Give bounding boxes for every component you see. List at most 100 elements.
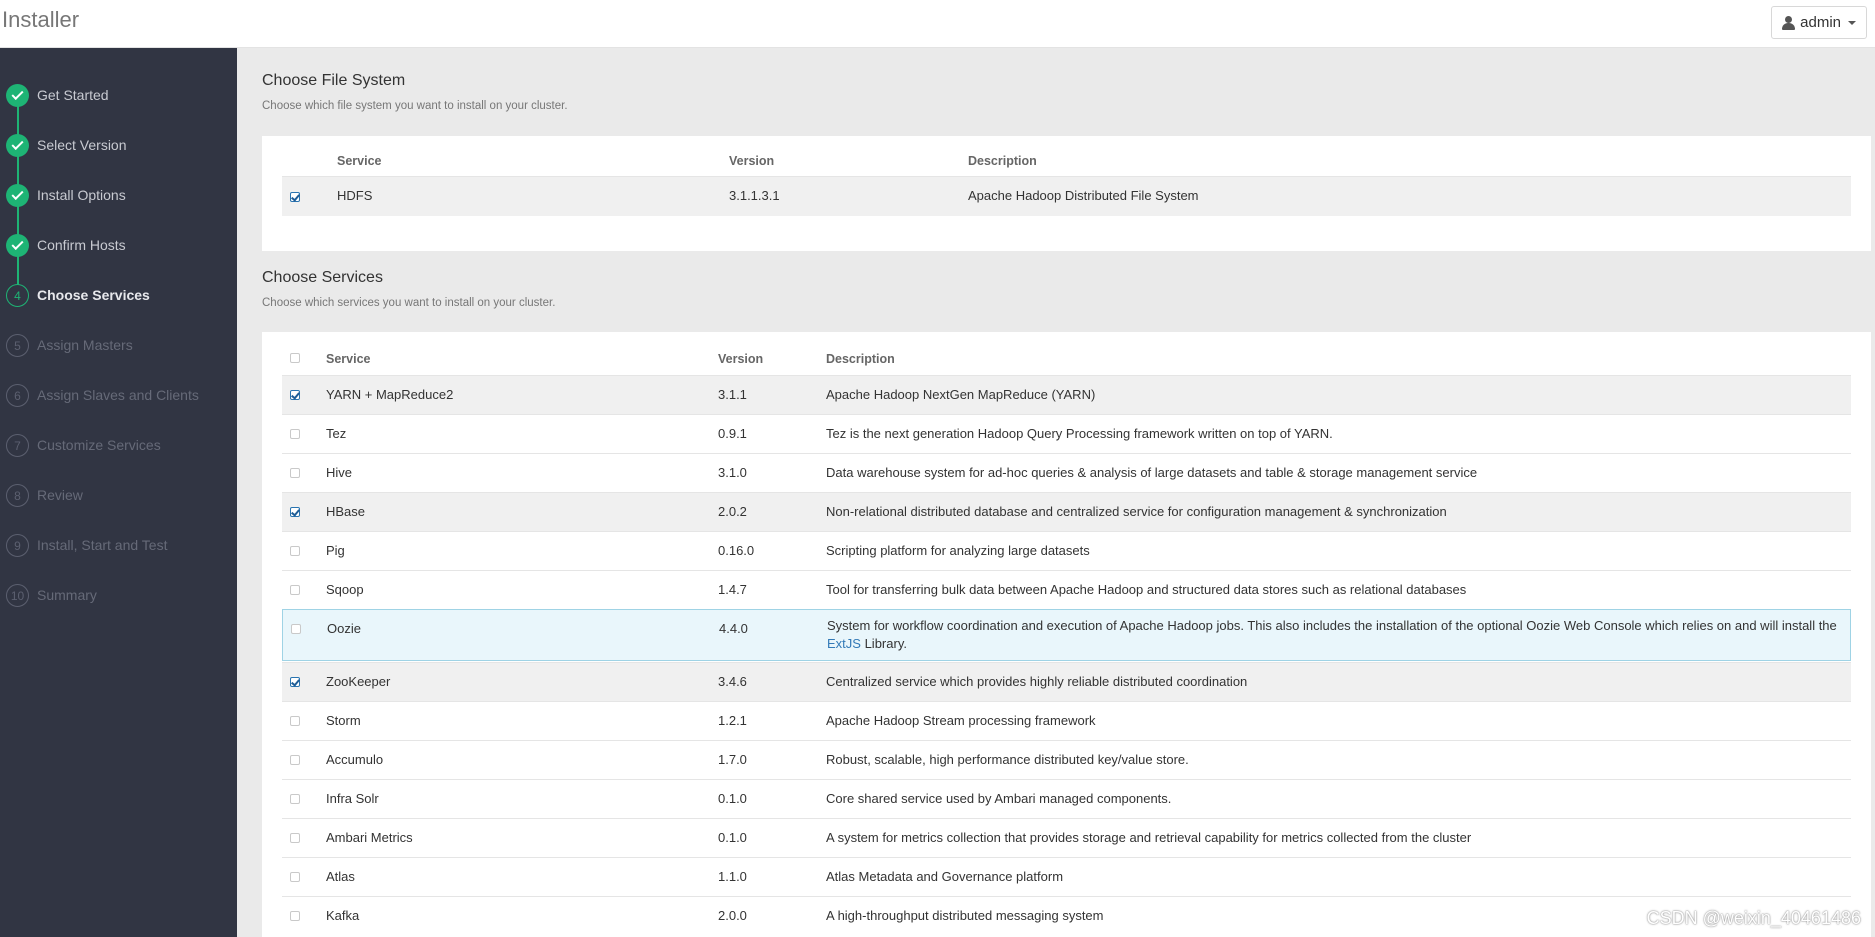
filesystem-table-header: Service Version Description [282,146,1851,176]
step-number: 9 [6,534,29,557]
service-version: 3.1.1.3.1 [729,188,780,203]
wizard-step-install-options[interactable]: Install Options [0,178,237,212]
service-description: Atlas Metadata and Governance platform [826,869,1064,884]
service-name: Sqoop [326,582,364,597]
step-label: Customize Services [37,437,161,453]
service-version: 1.1.0 [718,869,747,884]
service-name: Pig [326,543,345,558]
wizard-step-choose-services[interactable]: 4 Choose Services [0,278,237,312]
service-checkbox[interactable] [290,546,300,556]
column-header-description: Description [826,352,895,366]
description-text: Library. [860,636,907,651]
service-name: Kafka [326,908,360,923]
step-label: Choose Services [37,287,150,303]
service-name: Hive [326,465,353,480]
step-label: Confirm Hosts [37,237,126,253]
main-content: Choose File System Choose which file sys… [237,48,1875,937]
service-description: Tez is the next generation Hadoop Query … [826,426,1333,441]
service-description: A system for metrics collection that pro… [826,830,1472,845]
select-all-checkbox[interactable] [290,353,300,363]
wizard-step-assign-masters: 5 Assign Masters [0,328,237,362]
wizard-step-select-version[interactable]: Select Version [0,128,237,162]
service-row-zookeeper[interactable]: ZooKeeper 3.4.6 Centralized service which … [282,662,1851,701]
service-checkbox[interactable] [290,833,300,843]
hdfs-checkbox[interactable] [290,192,300,202]
wizard-sidebar: Get Started Select Version Install Options… [0,48,237,937]
user-menu-button[interactable]: admin [1771,6,1867,39]
service-row-pig[interactable]: Pig 0.16.0 Scripting platform for analyzin… [282,531,1851,570]
service-description: System for workflow coordination and exe… [827,617,1847,653]
service-description: Apache Hadoop Distributed File System [968,188,1199,203]
service-name: Accumulo [326,752,384,767]
service-checkbox[interactable] [290,677,300,687]
step-label: Select Version [37,137,127,153]
service-description: Apache Hadoop NextGen MapReduce (YARN) [826,387,1096,402]
extjs-link[interactable]: ExtJS [827,636,861,651]
column-header-description: Description [968,154,1037,168]
column-header-service: Service [326,352,371,366]
service-checkbox[interactable] [290,390,300,400]
service-name: Storm [326,713,361,728]
service-description: Core shared service used by Ambari manag… [826,791,1172,806]
service-row-atlas[interactable]: Atlas 1.1.0 Atlas Metadata and Governance … [282,857,1851,896]
step-check-icon [6,234,29,257]
service-checkbox[interactable] [290,872,300,882]
filesystem-subtitle: Choose which file system you want to ins… [262,100,568,112]
service-checkbox[interactable] [290,468,300,478]
filesystem-row-hdfs[interactable]: HDFS 3.1.1.3.1 Apache Hadoop Distributed… [282,176,1851,216]
wizard-step-customize-services: 7 Customize Services [0,428,237,462]
column-header-service: Service [337,154,382,168]
service-description: Tool for transferring bulk data between … [826,582,1467,597]
service-row-accumulo[interactable]: Accumulo 1.7.0 Robust, scalable, high perf… [282,740,1851,779]
watermark: CSDN @weixin_40461486 [1646,908,1861,928]
service-description: Scripting platform for analyzing large d… [826,543,1090,558]
wizard-step-install-start-and-test: 9 Install, Start and Test [0,528,237,562]
service-version: 3.4.6 [718,674,747,689]
step-number: 6 [6,384,29,407]
service-row-yarn-mapreduce2[interactable]: YARN + MapReduce2 3.1.1 Apache Hadoop Next… [282,375,1851,414]
service-name: YARN + MapReduce2 [326,387,454,402]
service-checkbox[interactable] [290,716,300,726]
service-row-infra-solr[interactable]: Infra Solr 0.1.0 Core shared service used … [282,779,1851,818]
wizard-step-confirm-hosts[interactable]: Confirm Hosts [0,228,237,262]
services-table-header: Service Version Description [282,344,1851,374]
service-name: HBase [326,504,366,519]
step-number: 8 [6,484,29,507]
service-version: 3.1.0 [718,465,747,480]
service-version: 0.9.1 [718,426,747,441]
step-label: Install Options [37,187,126,203]
filesystem-title: Choose File System [262,72,406,89]
step-check-icon [6,84,29,107]
service-checkbox[interactable] [290,507,300,517]
user-name: admin [1800,14,1841,31]
service-row-hbase[interactable]: HBase 2.0.2 Non-relational distributed dat… [282,492,1851,531]
wizard-step-get-started[interactable]: Get Started [0,78,237,112]
service-row-kafka[interactable]: Kafka 2.0.0 A high-throughput distributed … [282,896,1851,935]
service-name: Oozie [327,621,361,636]
caret-down-icon [1848,20,1856,25]
service-checkbox[interactable] [290,585,300,595]
step-number: 4 [6,284,29,307]
service-checkbox[interactable] [290,911,300,921]
service-checkbox[interactable] [291,624,301,634]
service-row-oozie[interactable]: Oozie 4.4.0 System for workflow coordinati… [282,609,1851,661]
service-description: Centralized service which provides highl… [826,674,1248,689]
service-checkbox[interactable] [290,794,300,804]
filesystem-panel: Service Version Description HDFS 3.1.1.3… [262,136,1871,251]
service-row-storm[interactable]: Storm 1.2.1 Apache Hadoop Stream processin… [282,701,1851,740]
service-description: Non-relational distributed database and … [826,504,1447,519]
service-row-sqoop[interactable]: Sqoop 1.4.7 Tool for transferring bulk dat… [282,570,1851,609]
service-name: HDFS [337,188,373,203]
service-row-ambari-metrics[interactable]: Ambari Metrics 0.1.0 A system for metrics … [282,818,1851,857]
service-checkbox[interactable] [290,755,300,765]
service-row-hive[interactable]: Hive 3.1.0 Data warehouse system for ad-ho… [282,453,1851,492]
service-checkbox[interactable] [290,429,300,439]
service-version: 3.1.1 [718,387,747,402]
step-number: 7 [6,434,29,457]
step-label: Install, Start and Test [37,537,168,553]
wizard-step-assign-slaves-and-clients: 6 Assign Slaves and Clients [0,378,237,412]
column-header-version: Version [718,352,764,366]
service-name: ZooKeeper [326,674,391,689]
service-row-tez[interactable]: Tez 0.9.1 Tez is the next generation Hadoo… [282,414,1851,453]
step-label: Assign Masters [37,337,133,353]
